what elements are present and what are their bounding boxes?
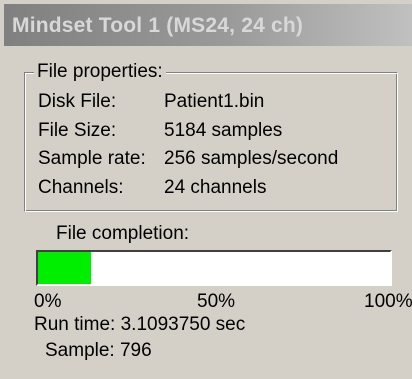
file-size-row: File Size: 5184 samples	[38, 119, 282, 143]
progress-scale-mid: 50%	[197, 291, 236, 312]
file-completion-label: File completion:	[56, 223, 190, 244]
run-time-value: 3.1093750 sec	[120, 314, 246, 335]
sample-rate-row: Sample rate: 256 samples/second	[38, 147, 338, 171]
run-time-row: Run time: 3.1093750 sec	[34, 314, 245, 336]
sample-rate-label: Sample rate:	[38, 148, 146, 169]
channels-label: Channels:	[38, 177, 124, 198]
progress-scale-max: 100%	[364, 291, 412, 312]
disk-file-label: Disk File:	[38, 91, 117, 112]
file-properties-legend: File properties:	[34, 60, 166, 84]
sample-value: 796	[119, 340, 152, 361]
window-title: Mindset Tool 1 (MS24, 24 ch)	[12, 14, 304, 37]
progress-fill	[38, 252, 91, 284]
sample-row: Sample: 796	[45, 340, 152, 362]
title-bar[interactable]: Mindset Tool 1 (MS24, 24 ch)	[4, 4, 412, 46]
progress-scale-min: 0%	[34, 291, 62, 312]
mindset-tool-window: Mindset Tool 1 (MS24, 24 ch) File proper…	[0, 0, 412, 379]
file-size-label: File Size:	[38, 120, 117, 141]
run-time-label: Run time:	[34, 314, 116, 335]
disk-file-row: Disk File: Patient1.bin	[38, 90, 264, 114]
file-size-value: 5184 samples	[164, 120, 283, 141]
channels-row: Channels: 24 channels	[38, 176, 266, 200]
channels-value: 24 channels	[164, 177, 267, 198]
sample-rate-value: 256 samples/second	[164, 148, 339, 169]
file-completion-progress-bar	[36, 250, 392, 286]
sample-label: Sample:	[45, 340, 115, 361]
disk-file-value: Patient1.bin	[164, 91, 265, 112]
